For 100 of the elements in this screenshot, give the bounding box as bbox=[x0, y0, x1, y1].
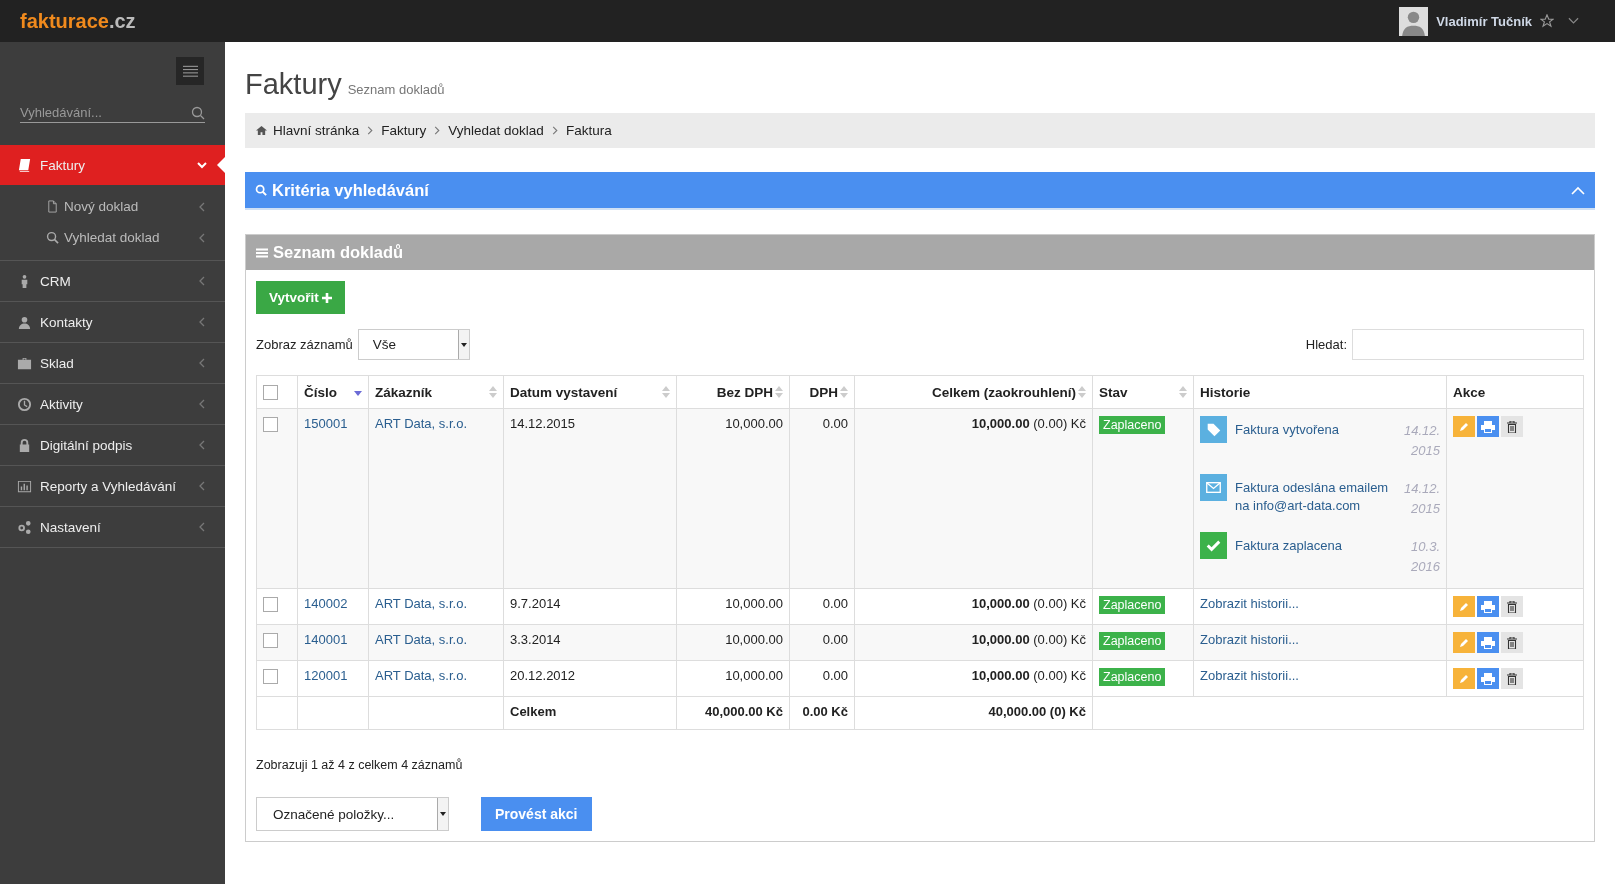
book-icon bbox=[17, 157, 32, 173]
trash-icon bbox=[1507, 420, 1517, 433]
table-cell: 10,000.00 (0.00) Kč bbox=[971, 668, 1086, 683]
user-icon bbox=[17, 314, 32, 330]
column-header[interactable]: DPH bbox=[789, 375, 855, 409]
breadcrumb-link[interactable]: Faktury bbox=[381, 123, 427, 138]
sidebar-subitem[interactable]: Nový doklad bbox=[0, 191, 225, 222]
caret-down-icon bbox=[460, 342, 467, 347]
sort-icon[interactable] bbox=[1179, 386, 1187, 398]
table-cell: 10,000.00 bbox=[725, 668, 783, 683]
star-icon[interactable] bbox=[1540, 14, 1554, 28]
show-history-link[interactable]: Zobrazit historii... bbox=[1200, 596, 1299, 611]
chevron-up-icon[interactable] bbox=[1571, 185, 1585, 195]
table-cell: 0.00 bbox=[822, 416, 848, 431]
column-header[interactable]: Číslo bbox=[297, 375, 369, 409]
column-header[interactable]: Bez DPH bbox=[676, 375, 790, 409]
select-all-checkbox[interactable] bbox=[263, 384, 278, 400]
table-cell: 3.3.2014 bbox=[510, 632, 561, 647]
row-checkbox[interactable] bbox=[263, 633, 278, 649]
sidebar-item[interactable]: Faktury bbox=[0, 145, 225, 185]
document-icon bbox=[46, 200, 59, 213]
page-title: Faktury bbox=[245, 68, 342, 101]
history-event-date: 14.12. 2015 bbox=[1404, 480, 1440, 518]
gears-icon bbox=[17, 519, 32, 535]
tag-icon bbox=[1200, 416, 1227, 443]
edit-button[interactable] bbox=[1453, 632, 1475, 653]
invoice-number-link[interactable]: 150001 bbox=[304, 416, 348, 431]
edit-button[interactable] bbox=[1453, 668, 1475, 689]
column-header[interactable]: Akce bbox=[1446, 375, 1584, 409]
table-cell: 10,000.00 (0.00) Kč bbox=[971, 632, 1086, 647]
delete-button[interactable] bbox=[1501, 596, 1523, 617]
chart-icon bbox=[17, 478, 32, 494]
customer-link[interactable]: ART Data, s.r.o. bbox=[375, 416, 467, 431]
row-checkbox[interactable] bbox=[263, 597, 278, 613]
search-icon bbox=[191, 105, 205, 120]
table-cell: 20.12.2012 bbox=[510, 668, 576, 683]
caret-down-icon bbox=[440, 812, 446, 816]
search-label: Hledat: bbox=[1305, 337, 1347, 352]
bulk-action-select[interactable]: Označené položky... bbox=[256, 797, 449, 831]
avatar-silhouette-icon bbox=[1399, 6, 1429, 36]
breadcrumb-link[interactable]: Hlavní stránka bbox=[273, 123, 360, 138]
table-cell: 10,000.00 bbox=[725, 416, 783, 431]
briefcase-icon bbox=[17, 355, 32, 371]
history-event-text: Faktura zaplacena bbox=[1235, 537, 1343, 555]
logo[interactable]: fakturace.cz bbox=[20, 9, 136, 33]
totals-label: Celkem bbox=[510, 704, 557, 719]
printer-icon bbox=[1481, 600, 1495, 613]
edit-button[interactable] bbox=[1453, 416, 1475, 437]
column-header[interactable]: Stav bbox=[1092, 375, 1194, 409]
column-header[interactable]: Celkem (zaokrouhlení) bbox=[854, 375, 1093, 409]
history-event-date: 10.3. 2016 bbox=[1410, 538, 1440, 576]
trash-icon bbox=[1507, 636, 1517, 649]
delete-button[interactable] bbox=[1501, 632, 1523, 653]
edit-button[interactable] bbox=[1453, 596, 1475, 617]
sort-icon[interactable] bbox=[775, 386, 783, 398]
table-search-field[interactable] bbox=[1352, 329, 1584, 360]
chevron-right-icon bbox=[367, 126, 374, 135]
breadcrumb-link[interactable]: Faktura bbox=[565, 123, 612, 138]
list-icon bbox=[256, 246, 268, 259]
table-cell: 10,000.00 bbox=[725, 632, 783, 647]
history-event-text: Faktura odeslána emailem na info@art-data.com bbox=[1235, 479, 1390, 515]
delete-button[interactable] bbox=[1501, 668, 1523, 689]
sidebar-subitem[interactable]: Vyhledat doklad bbox=[0, 222, 225, 253]
clock-icon bbox=[17, 396, 32, 412]
table-cell: 0.00 bbox=[822, 632, 848, 647]
status-badge: Zaplaceno bbox=[1099, 632, 1166, 650]
row-checkbox[interactable] bbox=[263, 417, 278, 433]
column-header[interactable]: Zákazník bbox=[368, 375, 504, 409]
sort-icon[interactable] bbox=[1078, 386, 1086, 398]
chevron-right-icon bbox=[551, 126, 558, 135]
status-badge: Zaplaceno bbox=[1099, 416, 1166, 434]
user-name[interactable]: Vladimír Tučník bbox=[1436, 13, 1532, 29]
chevron-down-icon[interactable] bbox=[1568, 17, 1579, 25]
sort-icon[interactable] bbox=[489, 386, 497, 398]
page-size-select[interactable]: Vše bbox=[357, 329, 470, 360]
page-size-label: Zobraz záznamů bbox=[256, 337, 353, 352]
pencil-icon bbox=[1458, 420, 1470, 433]
row-checkbox[interactable] bbox=[263, 669, 278, 685]
pencil-icon bbox=[1458, 672, 1470, 685]
breadcrumb-link[interactable]: Vyhledat doklad bbox=[448, 123, 544, 138]
show-history-link[interactable]: Zobrazit historii... bbox=[1200, 668, 1299, 683]
printer-icon bbox=[1481, 672, 1495, 685]
menu-toggle-button[interactable] bbox=[176, 57, 204, 85]
table-cell: 0.00 Kč bbox=[802, 704, 848, 719]
delete-button[interactable] bbox=[1501, 416, 1523, 437]
show-history-link[interactable]: Zobrazit historii... bbox=[1200, 632, 1299, 647]
sidebar-search-field[interactable]: Vyhledávání... bbox=[20, 105, 191, 120]
lock-icon bbox=[17, 437, 32, 453]
table-cell: 14.12.2015 bbox=[510, 416, 576, 431]
panel-title: Kritéria vyhledávání bbox=[272, 180, 430, 200]
status-badge: Zaplaceno bbox=[1099, 596, 1166, 614]
column-header[interactable]: Datum vystavení bbox=[503, 375, 677, 409]
table-cell: 10,000.00 (0.00) Kč bbox=[971, 416, 1086, 431]
column-header[interactable]: Historie bbox=[1193, 375, 1447, 409]
sort-icon[interactable] bbox=[840, 386, 848, 398]
pencil-icon bbox=[1458, 600, 1470, 613]
sort-icon[interactable] bbox=[662, 386, 670, 398]
mail-icon bbox=[1200, 474, 1227, 501]
menu-icon bbox=[182, 65, 198, 77]
printer-icon bbox=[1481, 420, 1495, 433]
